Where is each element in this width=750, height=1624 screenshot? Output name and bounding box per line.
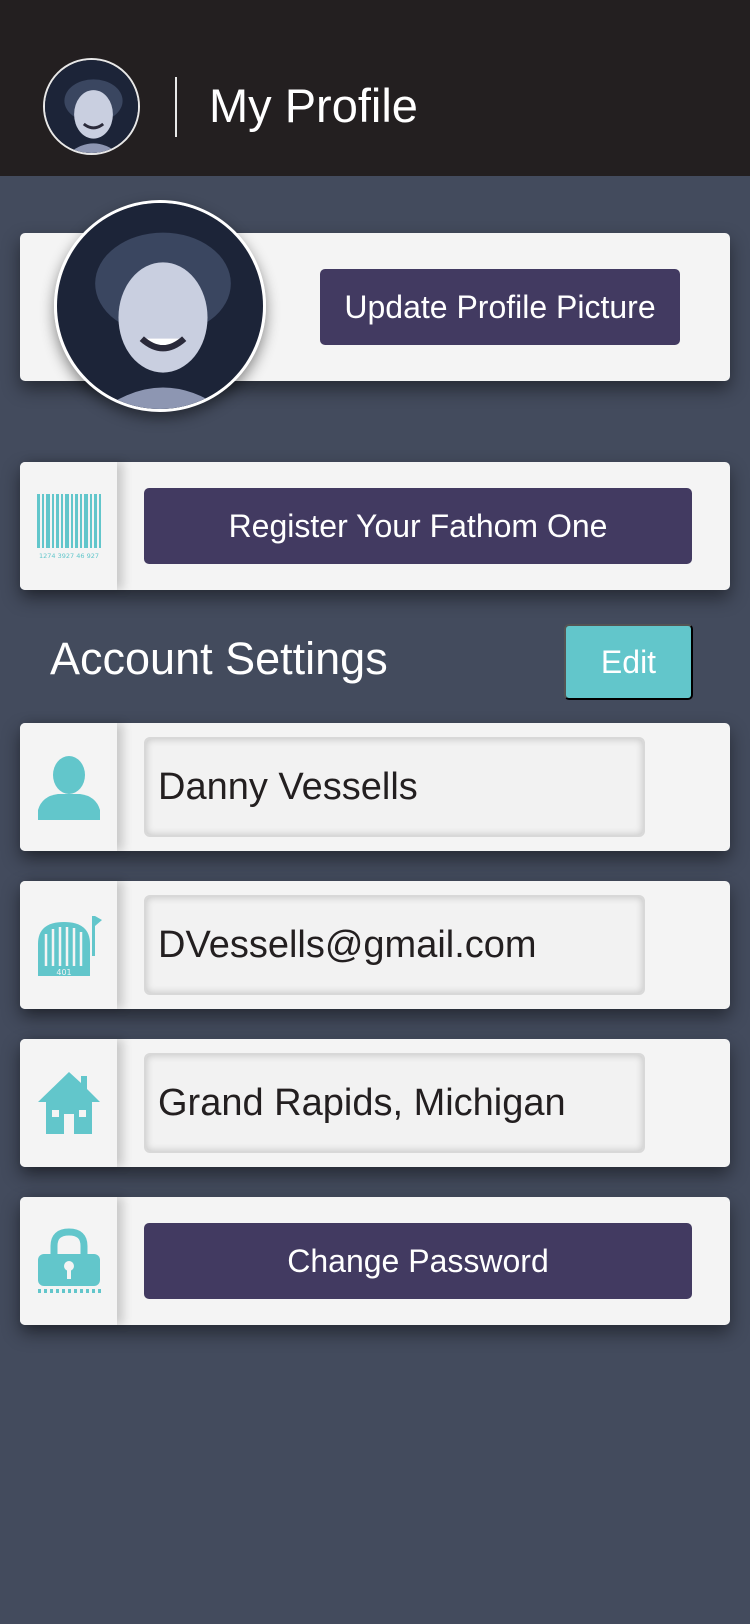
lock-icon (37, 1228, 101, 1293)
location-field[interactable]: Grand Rapids, Michigan (144, 1053, 645, 1153)
barcode-icon: 1274 3927 46 927 (36, 494, 101, 560)
lock-icon-box (20, 1197, 117, 1325)
name-card: Danny Vessells (20, 723, 730, 851)
password-card: Change Password (20, 1197, 730, 1325)
user-icon (37, 756, 100, 820)
account-settings-title: Account Settings (50, 633, 388, 684)
register-fathom-button[interactable]: Register Your Fathom One (144, 488, 692, 564)
change-password-button[interactable]: Change Password (144, 1223, 692, 1299)
email-card: 401 DVessells@gmail.com (20, 881, 730, 1009)
app-header: My Profile (0, 0, 750, 176)
page-title: My Profile (209, 79, 418, 132)
profile-avatar[interactable] (54, 200, 266, 412)
avatar-photo (45, 60, 138, 153)
house-icon-box (20, 1039, 117, 1167)
header-divider (175, 77, 177, 137)
location-card: Grand Rapids, Michigan (20, 1039, 730, 1167)
barcode-number: 1274 3927 46 927 (39, 552, 99, 560)
register-card: 1274 3927 46 927 Register Your Fathom On… (20, 462, 730, 590)
mailbox-number: 401 (56, 968, 71, 977)
email-field[interactable]: DVessells@gmail.com (144, 895, 645, 995)
edit-button[interactable]: Edit (564, 624, 693, 700)
user-icon-box (20, 723, 117, 851)
header-avatar[interactable] (43, 58, 140, 155)
barcode-icon-box: 1274 3927 46 927 (20, 462, 117, 590)
update-profile-picture-button[interactable]: Update Profile Picture (320, 269, 680, 345)
house-icon (37, 1072, 100, 1134)
mailbox-icon-box: 401 (20, 881, 117, 1009)
mailbox-icon: 401 (37, 916, 102, 977)
name-field[interactable]: Danny Vessells (144, 737, 645, 837)
avatar-photo (57, 203, 263, 409)
